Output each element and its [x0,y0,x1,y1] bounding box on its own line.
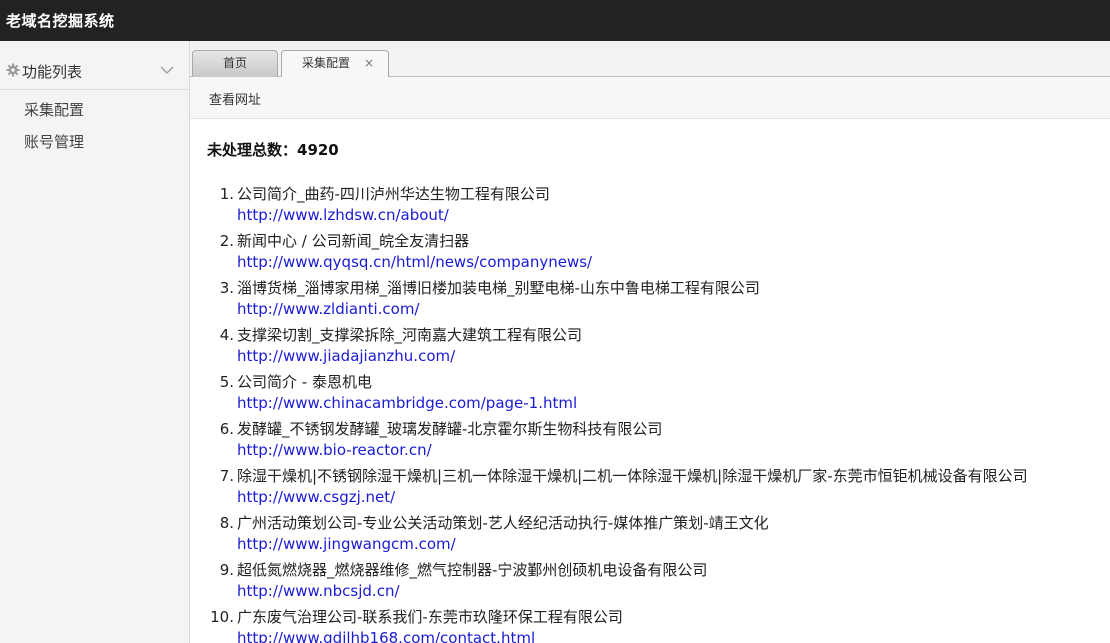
item-number: 3. [219,279,234,297]
sidebar: 功能列表 采集配置 账号管理 [0,41,190,643]
item-number: 4. [219,326,234,344]
tab-bar: 首页 采集配置 × [190,41,1110,78]
item-url-link[interactable]: http://www.nbcsjd.cn/ [237,582,400,601]
item-url-link[interactable]: http://www.csgzj.net/ [237,488,395,507]
item-number: 6. [219,420,234,438]
tab-collect-config-label: 采集配置 [301,56,350,70]
list-item: 3. 淄博货梯_淄博家用梯_淄博旧楼加装电梯_别墅电梯-山东中鲁电梯工程有限公司… [190,279,1110,326]
item-title: 发酵罐_不锈钢发酵罐_玻璃发酵罐-北京霍尔斯生物科技有限公司 [237,420,663,438]
item-title: 公司简介 - 泰恩机电 [237,373,372,391]
sidebar-item-collect-config[interactable]: 采集配置 [24,99,84,120]
tab-collect-config[interactable]: 采集配置 × [281,50,389,78]
list-item: 10. 广东废气治理公司-联系我们-东莞市玖隆环保工程有限公司 http://w… [190,608,1110,643]
list-item: 9. 超低氮燃烧器_燃烧器维修_燃气控制器-宁波鄞州创硕机电设备有限公司 htt… [190,561,1110,608]
item-number: 10. [210,608,234,626]
list-item: 8. 广州活动策划公司-专业公关活动策划-艺人经纪活动执行-媒体推广策划-靖王文… [190,514,1110,561]
list-item: 1. 公司简介_曲药-四川泸州华达生物工程有限公司 http://www.lzh… [190,185,1110,232]
list-item: 6. 发酵罐_不锈钢发酵罐_玻璃发酵罐-北京霍尔斯生物科技有限公司 http:/… [190,420,1110,467]
item-number: 7. [219,467,234,485]
toolbar: 查看网址 [190,77,1110,119]
main-content: 未处理总数：4920 1. 公司简介_曲药-四川泸州华达生物工程有限公司 htt… [190,119,1110,643]
app-title: 老域名挖掘系统 [6,12,115,30]
list-item: 7. 除湿干燥机|不锈钢除湿干燥机|三机一体除湿干燥机|二机一体除湿干燥机|除湿… [190,467,1110,514]
item-number: 1. [219,185,234,203]
item-url-link[interactable]: http://www.qyqsq.cn/html/news/companynew… [237,253,592,272]
url-list: 1. 公司简介_曲药-四川泸州华达生物工程有限公司 http://www.lzh… [190,185,1110,643]
view-urls-button[interactable]: 查看网址 [209,89,261,108]
item-url-link[interactable]: http://www.zldianti.com/ [237,300,419,319]
sidebar-header[interactable]: 功能列表 [0,41,189,90]
chevron-down-icon[interactable] [160,62,174,76]
list-item: 4. 支撑梁切割_支撑梁拆除_河南嘉大建筑工程有限公司 http://www.j… [190,326,1110,373]
item-url-link[interactable]: http://www.gdjlhb168.com/contact.html [237,629,535,643]
item-title: 新闻中心 / 公司新闻_皖全友清扫器 [237,232,470,250]
top-bar: 老域名挖掘系统 [0,0,1110,41]
list-item: 2. 新闻中心 / 公司新闻_皖全友清扫器 http://www.qyqsq.c… [190,232,1110,279]
item-title: 广州活动策划公司-专业公关活动策划-艺人经纪活动执行-媒体推广策划-靖王文化 [237,514,769,532]
close-icon[interactable]: × [364,51,374,76]
item-number: 9. [219,561,234,579]
item-title: 公司简介_曲药-四川泸州华达生物工程有限公司 [237,185,550,203]
gear-icon [6,63,20,77]
item-title: 广东废气治理公司-联系我们-东莞市玖隆环保工程有限公司 [237,608,623,626]
item-url-link[interactable]: http://www.jingwangcm.com/ [237,535,456,554]
item-title: 淄博货梯_淄博家用梯_淄博旧楼加装电梯_别墅电梯-山东中鲁电梯工程有限公司 [237,279,760,297]
item-number: 2. [219,232,234,250]
item-url-link[interactable]: http://www.chinacambridge.com/page-1.htm… [237,394,577,413]
item-title: 超低氮燃烧器_燃烧器维修_燃气控制器-宁波鄞州创硕机电设备有限公司 [237,561,708,579]
item-number: 5. [219,373,234,391]
tab-home[interactable]: 首页 [192,50,278,77]
tab-home-label: 首页 [222,56,247,70]
item-url-link[interactable]: http://www.bio-reactor.cn/ [237,441,432,460]
list-item: 5. 公司简介 - 泰恩机电 http://www.chinacambridge… [190,373,1110,420]
item-title: 支撑梁切割_支撑梁拆除_河南嘉大建筑工程有限公司 [237,326,583,344]
item-number: 8. [219,514,234,532]
unprocessed-total: 未处理总数：4920 [207,141,339,159]
sidebar-item-account-manage[interactable]: 账号管理 [24,131,84,152]
item-url-link[interactable]: http://www.jiadajianzhu.com/ [237,347,455,366]
item-title: 除湿干燥机|不锈钢除湿干燥机|三机一体除湿干燥机|二机一体除湿干燥机|除湿干燥机… [237,467,1028,485]
sidebar-title: 功能列表 [22,63,83,81]
item-url-link[interactable]: http://www.lzhdsw.cn/about/ [237,206,449,225]
